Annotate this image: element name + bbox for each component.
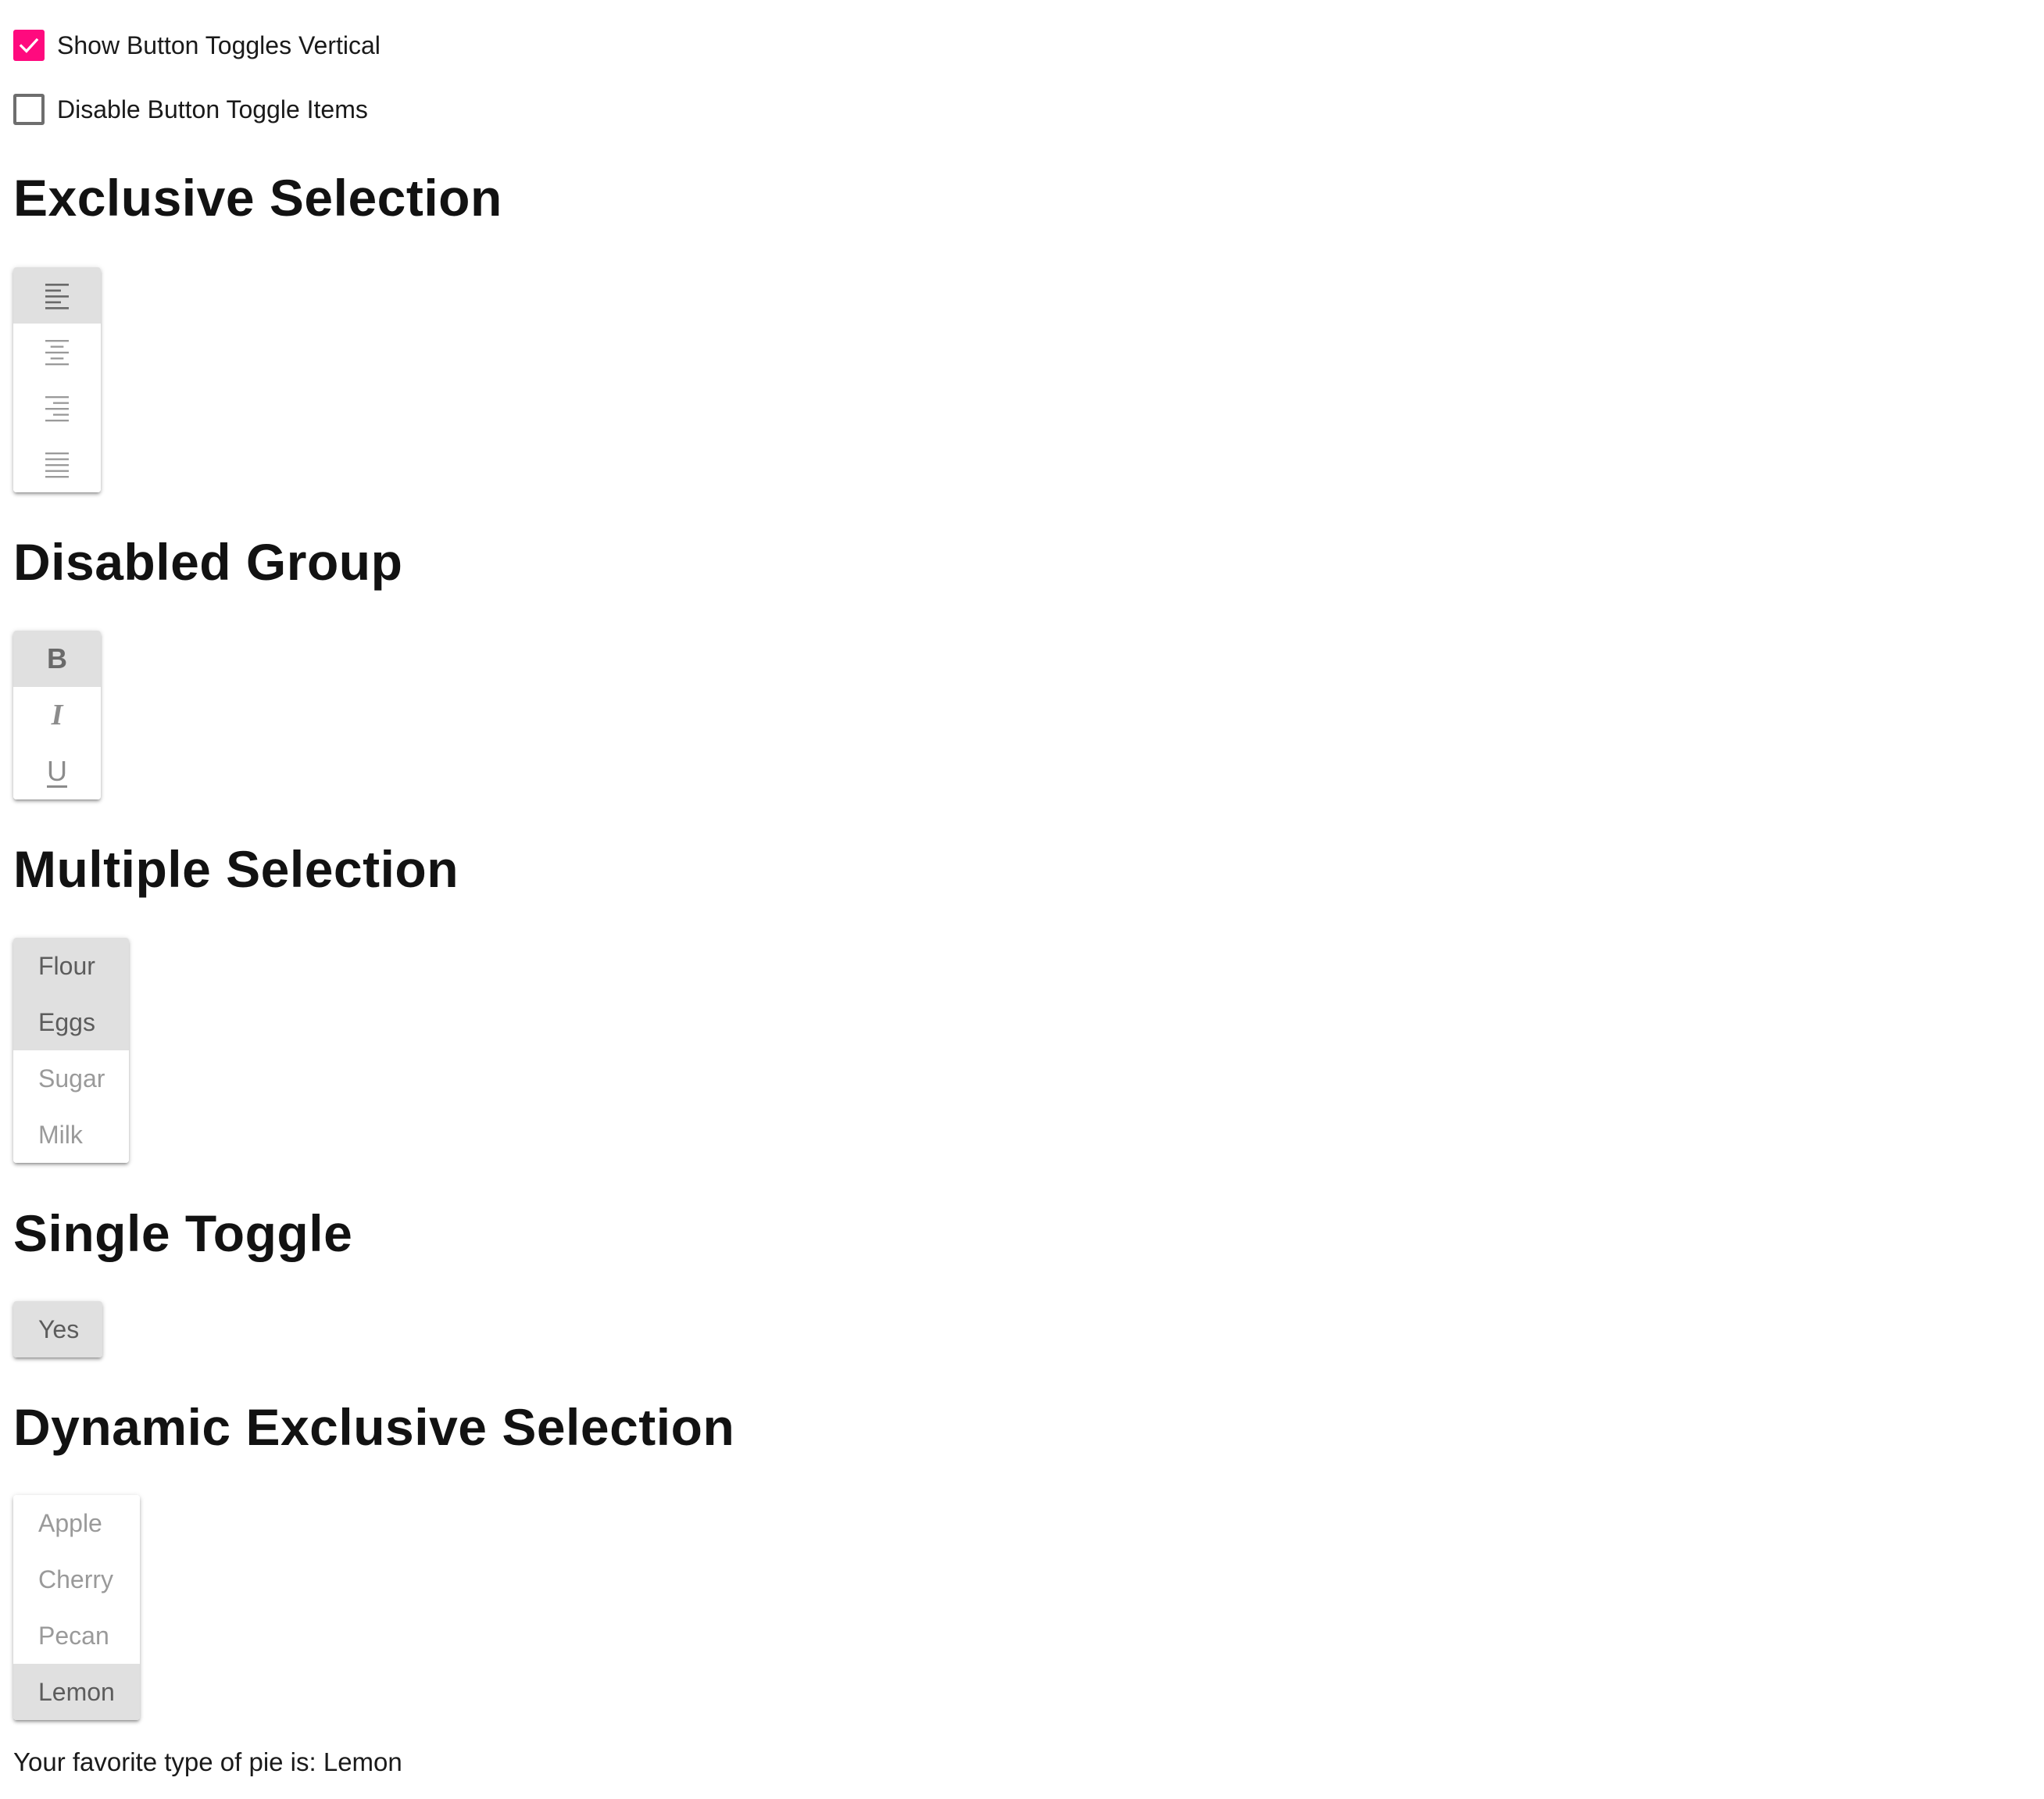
format-underline-icon: U <box>47 755 67 787</box>
align-left-toggle[interactable] <box>13 267 101 324</box>
pecan-toggle[interactable]: Pecan <box>13 1608 140 1664</box>
format-align-justify-icon <box>45 452 69 478</box>
align-center-toggle[interactable] <box>13 324 101 380</box>
disable-items-checkbox-label: Disable Button Toggle Items <box>57 95 368 123</box>
vertical-checkbox[interactable] <box>13 30 45 61</box>
checkmark-icon <box>19 38 39 53</box>
format-bold-icon: B <box>47 642 67 674</box>
cherry-toggle[interactable]: Cherry <box>13 1551 140 1608</box>
disable-items-checkbox[interactable] <box>13 94 45 125</box>
format-align-center-icon <box>45 340 69 366</box>
disable-items-checkbox-row[interactable]: Disable Button Toggle Items <box>13 92 368 127</box>
single-toggle-heading: Single Toggle <box>13 1204 353 1262</box>
align-justify-toggle[interactable] <box>13 436 101 492</box>
vertical-checkbox-label: Show Button Toggles Vertical <box>57 30 381 59</box>
single-toggle-group: Yes <box>13 1301 102 1357</box>
align-right-toggle[interactable] <box>13 380 101 436</box>
underline-toggle: U <box>13 743 101 799</box>
format-align-right-icon <box>45 396 69 422</box>
exclusive-selection-heading: Exclusive Selection <box>13 169 502 227</box>
vertical-checkbox-row[interactable]: Show Button Toggles Vertical <box>13 28 381 63</box>
format-align-left-icon <box>45 284 69 309</box>
flour-toggle[interactable]: Flour <box>13 938 129 994</box>
exclusive-toggle-group <box>13 267 101 492</box>
yes-toggle[interactable]: Yes <box>13 1301 102 1357</box>
dynamic-exclusive-selection-heading: Dynamic Exclusive Selection <box>13 1398 735 1456</box>
italic-toggle: I <box>13 687 101 743</box>
milk-toggle[interactable]: Milk <box>13 1107 129 1163</box>
eggs-toggle[interactable]: Eggs <box>13 994 129 1050</box>
format-italic-icon: I <box>51 699 63 731</box>
multiple-selection-heading: Multiple Selection <box>13 840 459 898</box>
disabled-group-heading: Disabled Group <box>13 533 403 591</box>
bold-toggle: B <box>13 631 101 687</box>
dynamic-toggle-group: Apple Cherry Pecan Lemon <box>13 1495 140 1720</box>
favorite-pie-result: Your favorite type of pie is: Lemon <box>13 1747 402 1776</box>
sugar-toggle[interactable]: Sugar <box>13 1050 129 1107</box>
disabled-toggle-group: B I U <box>13 631 101 799</box>
apple-toggle[interactable]: Apple <box>13 1495 140 1551</box>
lemon-toggle[interactable]: Lemon <box>13 1664 140 1720</box>
multiple-toggle-group: Flour Eggs Sugar Milk <box>13 938 129 1163</box>
